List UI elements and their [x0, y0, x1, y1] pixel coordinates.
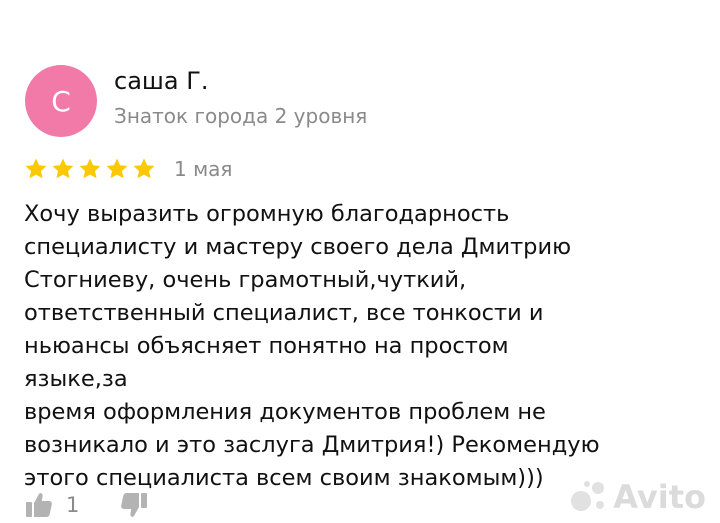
- author-name[interactable]: саша Г.: [114, 67, 208, 95]
- star-icon: [79, 158, 101, 179]
- rating-stars: [24, 157, 156, 181]
- star-icon: [52, 158, 74, 179]
- thumbs-down-icon[interactable]: [119, 490, 149, 520]
- review-text: Хочу выразить огромную благодарность спе…: [24, 201, 600, 491]
- thumbs-up-icon[interactable]: [24, 490, 54, 520]
- review-card: С саша Г. Знаток города 2 уровня 1 мая Х…: [0, 0, 720, 523]
- star-icon: [133, 158, 155, 179]
- like-count: 1: [66, 493, 80, 517]
- star-icon: [106, 158, 128, 179]
- avatar[interactable]: С: [25, 65, 97, 137]
- avito-watermark: Avito: [569, 478, 706, 516]
- avito-logo-icon: [571, 481, 605, 511]
- author-level: Знаток города 2 уровня: [114, 104, 368, 128]
- reactions-bar: 1: [24, 490, 149, 520]
- watermark-text: Avito: [613, 478, 706, 516]
- review-date: 1 мая: [174, 157, 233, 181]
- star-icon: [25, 158, 47, 179]
- avatar-initial: С: [51, 84, 71, 118]
